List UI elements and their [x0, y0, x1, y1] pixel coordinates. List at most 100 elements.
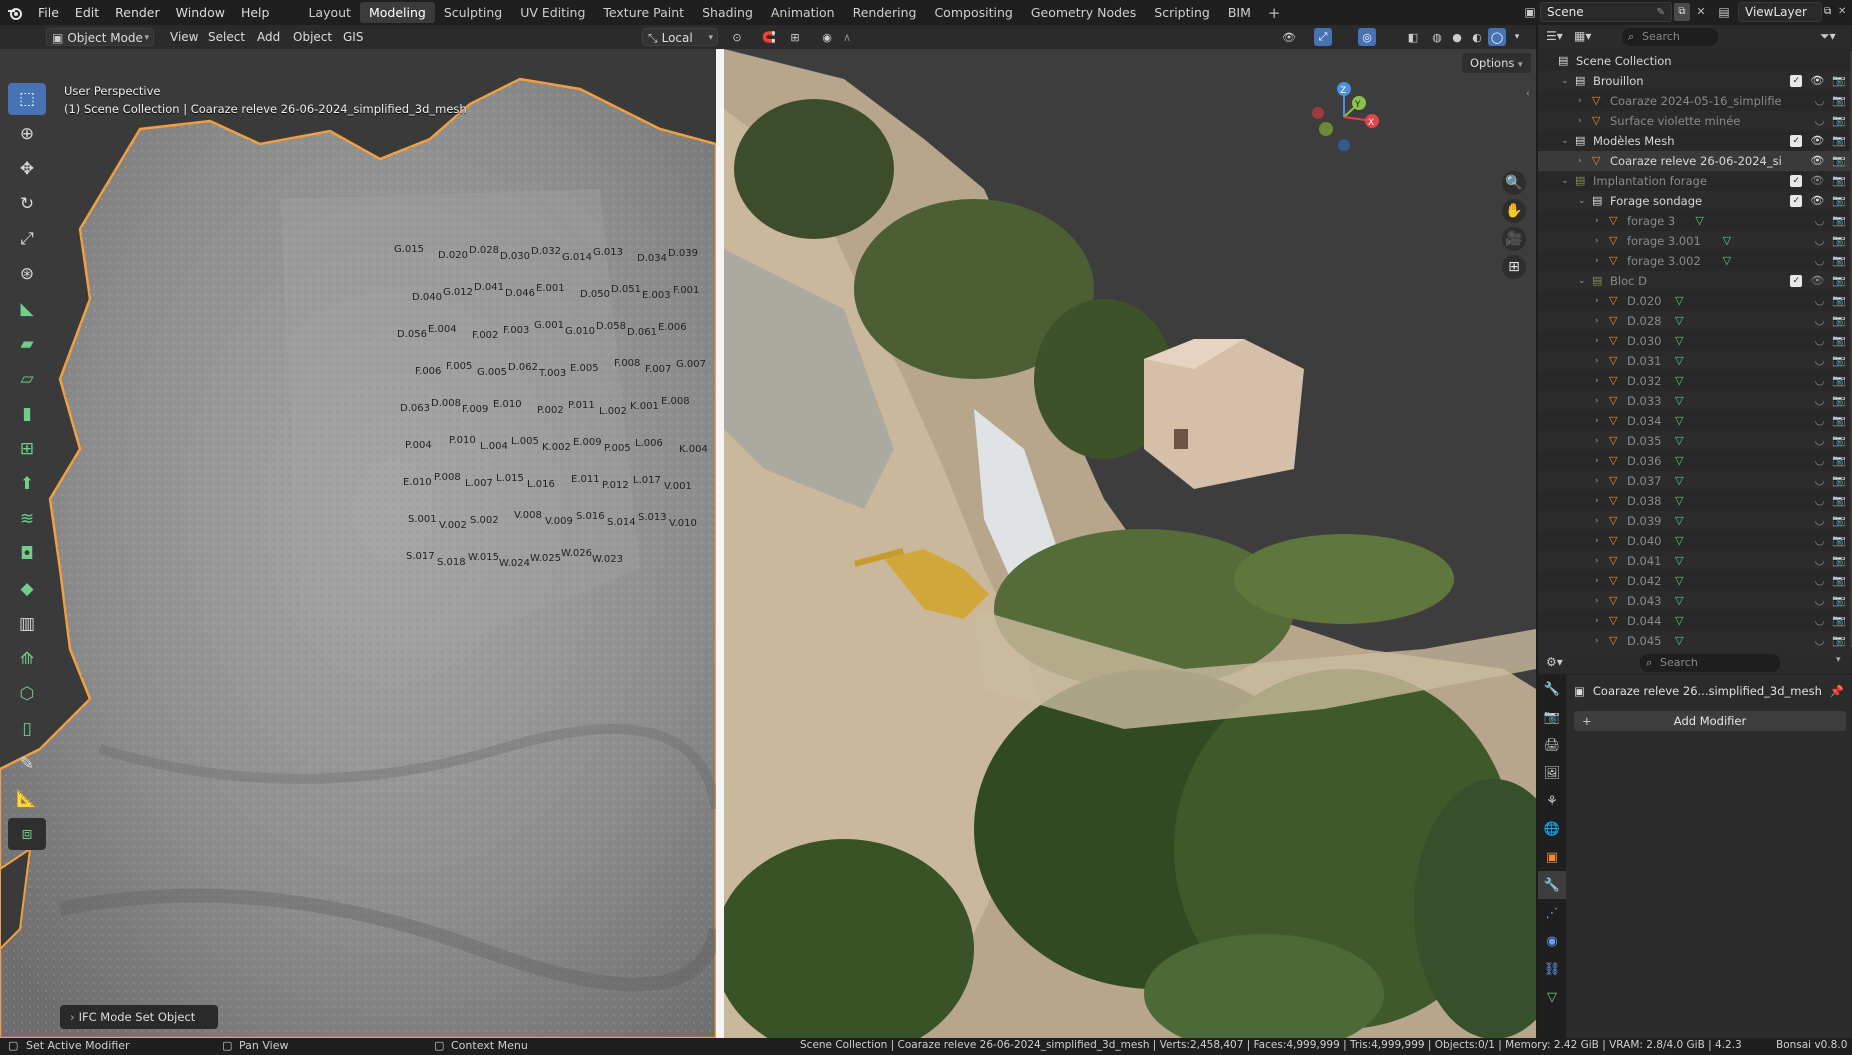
eye-icon[interactable]: ◡ [1815, 551, 1825, 571]
viewport-textured-mesh[interactable]: Z Y X Options ▾ 🔍 ✋ 🎥 ⊞ ‹ [724, 49, 1536, 1038]
render-icon[interactable]: 📷 [1538, 703, 1566, 731]
eye-icon[interactable]: ◡ [1815, 491, 1825, 511]
chevron-right-icon[interactable]: › [1595, 471, 1599, 491]
rendered-shading-icon[interactable]: ◯ [1488, 28, 1506, 46]
outliner-object-row[interactable]: › ▽ D.037 ▽ ◡ 📷 [1538, 471, 1852, 491]
chevron-down-icon[interactable]: ⌄ [1561, 171, 1569, 191]
camera-icon[interactable]: 📷 [1832, 591, 1846, 611]
outliner-object-row[interactable]: › ▽ D.032 ▽ ◡ 📷 [1538, 371, 1852, 391]
scale-tool-icon[interactable]: ⤢ [8, 223, 46, 255]
tab-uv-editing[interactable]: UV Editing [511, 2, 594, 23]
chevron-right-icon[interactable]: › [1595, 251, 1599, 271]
camera-icon[interactable]: 📷 [1832, 551, 1846, 571]
annotate-tool-icon[interactable]: ✎ [8, 748, 46, 780]
chevron-right-icon[interactable]: › [1595, 551, 1599, 571]
outliner-collection-row[interactable]: ⌄ ▤ Modèles Mesh ✓ 👁 📷 [1538, 131, 1852, 151]
camera-icon[interactable]: 📷 [1832, 631, 1846, 651]
mesh-data-icon[interactable]: ▽ [1675, 411, 1683, 431]
eye-icon[interactable]: ◡ [1815, 331, 1825, 351]
eye-icon[interactable]: 👁 [1810, 151, 1824, 171]
chevron-right-icon[interactable]: › [1595, 531, 1599, 551]
outliner-collection-row[interactable]: ⌄ ▤ Brouillon ✓ 👁 📷 [1538, 71, 1852, 91]
ifc-mode-panel[interactable]: › IFC Mode Set Object [60, 1005, 218, 1029]
outliner-object-row[interactable]: › ▽ forage 3.001 ▽ ◡ 📷 [1538, 231, 1852, 251]
camera-icon[interactable]: 📷 [1832, 71, 1846, 91]
view-layer-selector[interactable]: ViewLayer [1738, 2, 1822, 22]
bim-window-icon[interactable]: ⊞ [8, 433, 46, 465]
camera-icon[interactable]: 📷 [1832, 411, 1846, 431]
exclude-checkbox[interactable]: ✓ [1790, 275, 1803, 287]
outliner-collection-row[interactable]: ⌄ ▤ Implantation forage ✓ 👁 📷 [1538, 171, 1852, 191]
outliner-collection-row[interactable]: ⌄ ▤ Bloc D ✓ 👁 📷 [1538, 271, 1852, 291]
outliner-object-row[interactable]: › ▽ D.031 ▽ ◡ 📷 [1538, 351, 1852, 371]
tab-compositing[interactable]: Compositing [925, 2, 1021, 23]
eye-icon[interactable]: 👁 [1810, 131, 1824, 151]
outliner-object-row[interactable]: › ▽ D.043 ▽ ◡ 📷 [1538, 591, 1852, 611]
eye-icon[interactable]: ◡ [1815, 631, 1825, 651]
mesh-data-icon[interactable]: ▽ [1675, 311, 1683, 331]
mesh-data-icon[interactable]: ▽ [1675, 491, 1683, 511]
chevron-right-icon[interactable]: › [1595, 291, 1599, 311]
pivot-point-icon[interactable]: ⊙ [728, 28, 746, 46]
mesh-data-icon[interactable]: ▽ [1675, 451, 1683, 471]
mesh-data-icon[interactable]: ▽ [1675, 591, 1683, 611]
camera-icon[interactable]: 📷 [1832, 111, 1846, 131]
solid-shading-icon[interactable]: ● [1448, 28, 1466, 46]
physics-icon[interactable]: ◉ [1538, 927, 1566, 955]
eye-icon[interactable]: ◡ [1815, 431, 1825, 451]
camera-icon[interactable]: 📷 [1832, 431, 1846, 451]
snap-target-icon[interactable]: ⊞ [786, 28, 804, 46]
chevron-right-icon[interactable]: › [1595, 211, 1599, 231]
menu-select[interactable]: Select [203, 28, 250, 46]
eye-icon[interactable]: 👁 [1810, 191, 1824, 211]
camera-icon[interactable]: 📷 [1832, 451, 1846, 471]
gizmo-icon[interactable]: ⤢ [1314, 28, 1332, 46]
outliner-object-row[interactable]: › ▽ D.033 ▽ ◡ 📷 [1538, 391, 1852, 411]
menu-file[interactable]: File [30, 0, 67, 25]
menu-window[interactable]: Window [168, 0, 233, 25]
chevron-right-icon[interactable]: › [1595, 511, 1599, 531]
outliner-object-row[interactable]: › ▽ D.041 ▽ ◡ 📷 [1538, 551, 1852, 571]
properties-editor-icon[interactable]: ⚙▾ [1546, 655, 1568, 671]
eye-icon[interactable]: ◡ [1815, 411, 1825, 431]
outliner-object-row[interactable]: › ▽ Coaraze releve 26-06-2024_si 👁 📷 [1538, 151, 1852, 171]
shading-options-chevron-icon[interactable]: ▾ [1508, 28, 1526, 46]
viewport-divider[interactable] [716, 49, 724, 1038]
camera-icon[interactable]: 📷 [1832, 211, 1846, 231]
eye-icon[interactable]: ◡ [1815, 511, 1825, 531]
outliner-object-row[interactable]: › ▽ D.034 ▽ ◡ 📷 [1538, 411, 1852, 431]
mesh-data-icon[interactable]: ▽ [1695, 211, 1703, 231]
mesh-data-icon[interactable]: ▽ [1675, 611, 1683, 631]
bim-shape-icon[interactable]: ▯ [8, 713, 46, 745]
bim-grid-icon[interactable]: ▥ [8, 608, 46, 640]
chevron-right-icon[interactable]: › [1595, 491, 1599, 511]
camera-icon[interactable]: 📷 [1832, 191, 1846, 211]
chevron-down-icon[interactable]: ⌄ [1578, 191, 1586, 211]
camera-icon[interactable]: 📷 [1832, 151, 1846, 171]
eye-icon[interactable]: ◡ [1815, 251, 1825, 271]
eye-icon[interactable]: ◡ [1815, 351, 1825, 371]
proportional-edit-icon[interactable]: ◉ [818, 28, 836, 46]
camera-icon[interactable]: 📷 [1832, 391, 1846, 411]
bim-mesh-icon[interactable]: ⬡ [8, 678, 46, 710]
visibility-icon[interactable]: 👁 [1280, 28, 1298, 46]
new-view-layer-icon[interactable]: ⧉ [1824, 3, 1836, 21]
properties-search-input[interactable]: ⌕ Search [1640, 654, 1780, 672]
eye-icon[interactable]: ◡ [1815, 571, 1825, 591]
bim-box-icon[interactable]: ◘ [8, 538, 46, 570]
outliner-object-row[interactable]: › ▽ D.028 ▽ ◡ 📷 [1538, 311, 1852, 331]
eye-icon[interactable]: ◡ [1815, 371, 1825, 391]
cursor-tool-icon[interactable]: ⊕ [8, 118, 46, 150]
mesh-data-icon[interactable]: ▽ [1675, 471, 1683, 491]
chevron-down-icon[interactable]: ⌄ [1561, 71, 1569, 91]
outliner-object-row[interactable]: › ▽ D.035 ▽ ◡ 📷 [1538, 431, 1852, 451]
tab-shading[interactable]: Shading [693, 2, 762, 23]
chevron-right-icon[interactable]: › [1595, 611, 1599, 631]
bim-column-icon[interactable]: ⬆ [8, 468, 46, 500]
mesh-data-icon[interactable]: ▽ [1675, 531, 1683, 551]
outliner-collection-row[interactable]: ⌄ ▤ Forage sondage ✓ 👁 📷 [1538, 191, 1852, 211]
chevron-right-icon[interactable]: › [1595, 231, 1599, 251]
camera-icon[interactable]: 📷 [1832, 511, 1846, 531]
chevron-right-icon[interactable]: › [1595, 431, 1599, 451]
outliner-object-row[interactable]: › ▽ forage 3.002 ▽ ◡ 📷 [1538, 251, 1852, 271]
